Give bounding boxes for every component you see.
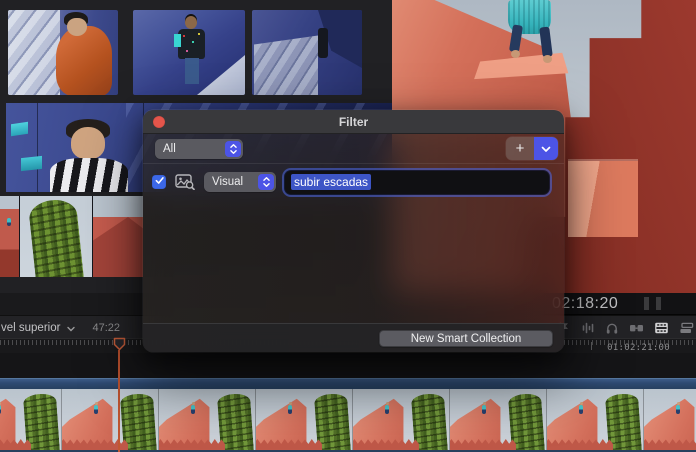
rules-divider [143,163,564,164]
person-sleeve-graphic [174,34,181,47]
filter-window: Filter All + [143,110,564,352]
wall-graphic [197,55,245,95]
person-shirt-graphic [178,29,205,59]
timeline-clip[interactable] [0,378,696,452]
filter-window-titlebar: Filter [143,110,564,134]
person-jeans-graphic [185,58,199,84]
clip-frame[interactable] [256,389,353,450]
person-teal-graphic [504,0,556,62]
close-icon[interactable] [153,116,165,128]
striped-shirt-graphic [50,158,128,192]
clip-thumbnail-floral-person[interactable] [133,10,245,95]
coral-block-graphic [568,161,638,237]
filter-window-footer: New Smart Collection [143,323,564,352]
person-graphic [318,28,328,58]
new-smart-collection-button[interactable]: New Smart Collection [379,330,553,347]
clip-thumbnail-blue-stairs[interactable] [252,10,362,95]
stairs-graphic [254,35,318,95]
person-head-graphic [67,18,87,36]
cactus-graphic [28,198,85,277]
filter-window-body [143,134,564,352]
playhead-line[interactable] [118,350,120,452]
clip-frames [0,389,696,450]
clip-frame[interactable] [62,389,159,450]
chevron-down-icon [67,319,75,337]
red-stairs-frame [0,196,19,277]
visual-search-icon [175,174,195,190]
screen-graphic [21,156,42,171]
clip-frame[interactable] [450,389,547,450]
person-head-graphic [185,16,197,29]
stacked-clips-icon[interactable] [679,321,694,335]
cactus-frame [20,196,92,277]
timeline-track-area [0,353,696,452]
add-rule-control: + [506,137,558,160]
checkmark-icon [154,173,165,191]
clip-thumbnail-orange-person[interactable] [8,10,118,95]
red-stairs-frame [93,196,143,277]
clip-frame[interactable] [159,389,256,450]
person-face-graphic [71,127,105,159]
chevron-up-down-icon [258,174,274,190]
chevron-down-icon [541,140,551,158]
visual-search-input[interactable]: subir escadas [285,171,549,194]
timeline-breadcrumb[interactable]: vel superior 47:22 [1,316,120,339]
match-popup[interactable]: All [155,139,243,159]
clip-frame[interactable] [547,389,644,450]
window-title: Filter [339,115,368,129]
final-cut-pro-window: 02:18:20 vel superior 47:22 [0,0,696,452]
filmstrip-icon[interactable] [654,321,669,335]
frame-divider [37,103,38,192]
person-graphic [56,26,112,95]
clip-frame[interactable] [0,389,62,450]
ruler-divider [591,342,592,350]
screen-graphic [11,122,28,136]
timecode-bar-graphic [644,297,649,310]
rule-type-popup[interactable]: Visual [204,172,276,192]
clip-frame[interactable] [644,389,696,450]
headphones-icon[interactable] [605,321,619,335]
rule-enabled-checkbox[interactable] [152,175,166,189]
add-rule-button[interactable]: + [506,137,534,160]
stairs-graphic [8,10,60,95]
clip-top-edge [0,378,696,389]
project-duration: 47:22 [92,322,120,334]
timecode-bar-graphic [656,297,661,310]
clip-trim-icon[interactable] [629,321,644,335]
filter-rule-row: Visual subir escadas [152,169,549,195]
selected-search-text: subir escadas [291,174,371,190]
chevron-up-down-icon [225,141,241,157]
audio-meters-icon[interactable] [581,321,595,335]
add-rule-menu-button[interactable] [534,137,558,160]
breadcrumb-label: vel superior [1,322,60,334]
ruler-timecode: 01:02:21:00 [607,343,670,353]
clip-frame[interactable] [353,389,450,450]
